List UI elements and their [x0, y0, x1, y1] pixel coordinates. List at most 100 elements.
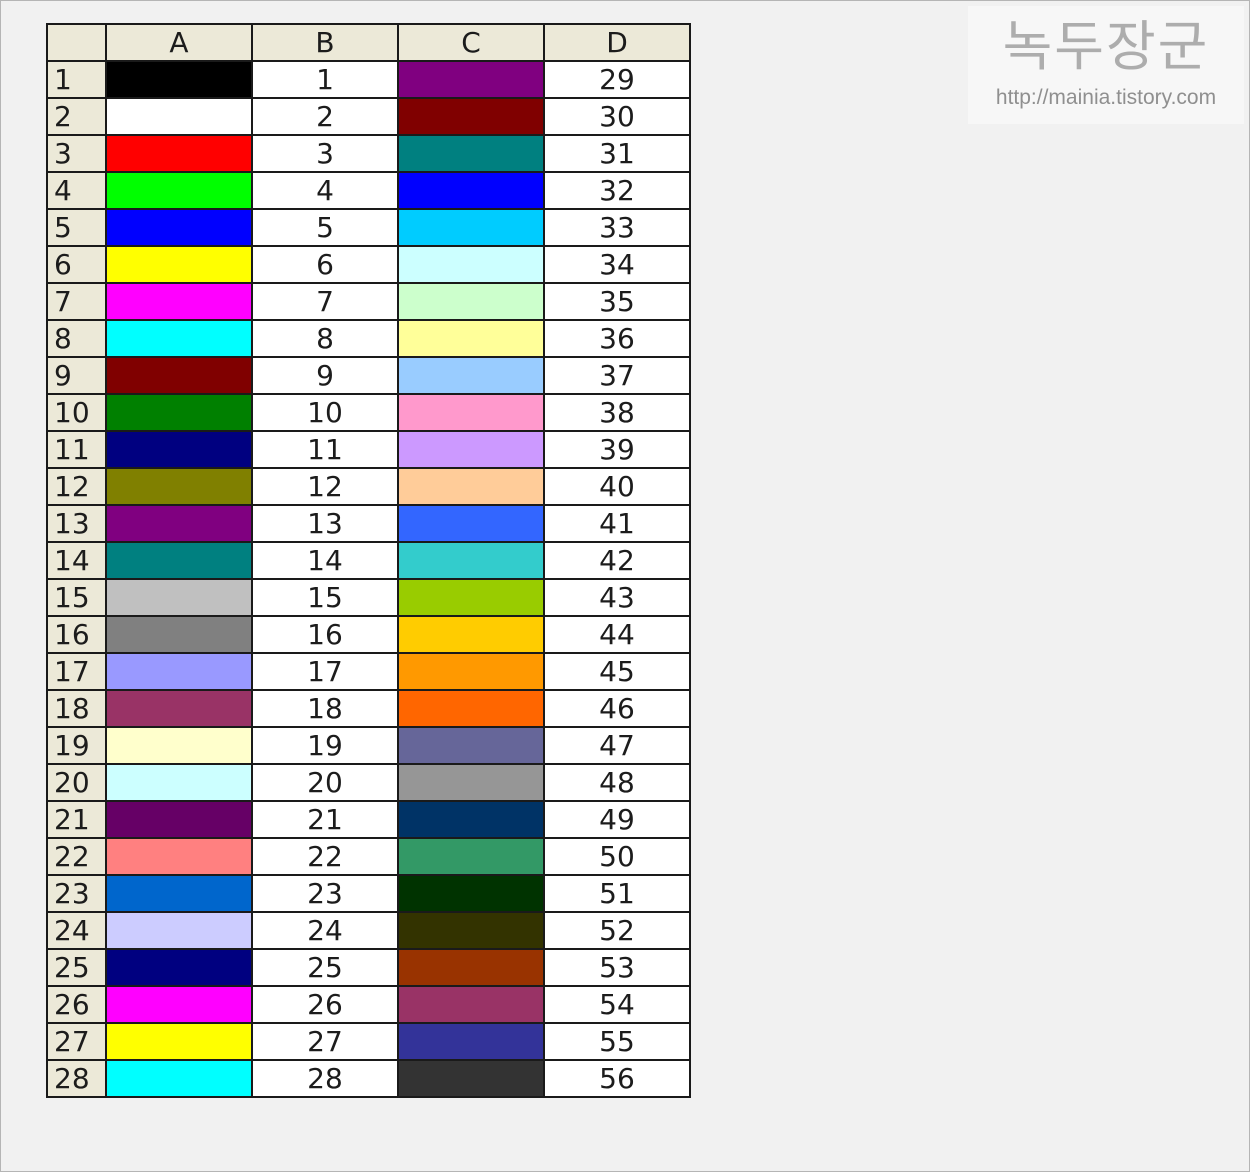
cell-d-index[interactable]: 53 — [543, 948, 691, 987]
cell-d-index[interactable]: 44 — [543, 615, 691, 654]
cell-c-color-swatch[interactable] — [397, 97, 545, 136]
cell-d-index[interactable]: 55 — [543, 1022, 691, 1061]
cell-c-color-swatch[interactable] — [397, 393, 545, 432]
cell-b-index[interactable]: 2 — [251, 97, 399, 136]
cell-b-index[interactable]: 4 — [251, 171, 399, 210]
row-header[interactable]: 21 — [46, 800, 107, 839]
cell-b-index[interactable]: 15 — [251, 578, 399, 617]
cell-c-color-swatch[interactable] — [397, 467, 545, 506]
cell-a-color-swatch[interactable] — [105, 60, 253, 99]
row-header[interactable]: 8 — [46, 319, 107, 358]
cell-c-color-swatch[interactable] — [397, 985, 545, 1024]
cell-b-index[interactable]: 13 — [251, 504, 399, 543]
cell-c-color-swatch[interactable] — [397, 837, 545, 876]
cell-c-color-swatch[interactable] — [397, 911, 545, 950]
cell-b-index[interactable]: 8 — [251, 319, 399, 358]
cell-c-color-swatch[interactable] — [397, 245, 545, 284]
cell-b-index[interactable]: 12 — [251, 467, 399, 506]
cell-a-color-swatch[interactable] — [105, 800, 253, 839]
cell-a-color-swatch[interactable] — [105, 467, 253, 506]
cell-a-color-swatch[interactable] — [105, 948, 253, 987]
cell-c-color-swatch[interactable] — [397, 319, 545, 358]
row-header[interactable]: 18 — [46, 689, 107, 728]
cell-c-color-swatch[interactable] — [397, 874, 545, 913]
cell-d-index[interactable]: 39 — [543, 430, 691, 469]
cell-b-index[interactable]: 27 — [251, 1022, 399, 1061]
row-header[interactable]: 17 — [46, 652, 107, 691]
cell-b-index[interactable]: 17 — [251, 652, 399, 691]
cell-d-index[interactable]: 45 — [543, 652, 691, 691]
row-header[interactable]: 19 — [46, 726, 107, 765]
cell-a-color-swatch[interactable] — [105, 171, 253, 210]
cell-b-index[interactable]: 6 — [251, 245, 399, 284]
cell-d-index[interactable]: 31 — [543, 134, 691, 173]
cell-b-index[interactable]: 19 — [251, 726, 399, 765]
row-header[interactable]: 3 — [46, 134, 107, 173]
row-header[interactable]: 24 — [46, 911, 107, 950]
column-header-b[interactable]: B — [251, 23, 399, 62]
cell-a-color-swatch[interactable] — [105, 282, 253, 321]
row-header[interactable]: 12 — [46, 467, 107, 506]
cell-c-color-swatch[interactable] — [397, 1022, 545, 1061]
row-header[interactable]: 2 — [46, 97, 107, 136]
cell-a-color-swatch[interactable] — [105, 615, 253, 654]
cell-a-color-swatch[interactable] — [105, 97, 253, 136]
row-header[interactable]: 10 — [46, 393, 107, 432]
row-header[interactable]: 26 — [46, 985, 107, 1024]
cell-b-index[interactable]: 1 — [251, 60, 399, 99]
row-header[interactable]: 28 — [46, 1059, 107, 1098]
cell-a-color-swatch[interactable] — [105, 689, 253, 728]
cell-c-color-swatch[interactable] — [397, 948, 545, 987]
cell-d-index[interactable]: 43 — [543, 578, 691, 617]
cell-c-color-swatch[interactable] — [397, 689, 545, 728]
cell-d-index[interactable]: 41 — [543, 504, 691, 543]
cell-b-index[interactable]: 5 — [251, 208, 399, 247]
cell-a-color-swatch[interactable] — [105, 245, 253, 284]
cell-c-color-swatch[interactable] — [397, 615, 545, 654]
cell-a-color-swatch[interactable] — [105, 726, 253, 765]
cell-b-index[interactable]: 10 — [251, 393, 399, 432]
cell-c-color-swatch[interactable] — [397, 504, 545, 543]
cell-b-index[interactable]: 18 — [251, 689, 399, 728]
cell-d-index[interactable]: 56 — [543, 1059, 691, 1098]
cell-d-index[interactable]: 42 — [543, 541, 691, 580]
cell-a-color-swatch[interactable] — [105, 430, 253, 469]
cell-c-color-swatch[interactable] — [397, 541, 545, 580]
cell-a-color-swatch[interactable] — [105, 541, 253, 580]
cell-d-index[interactable]: 29 — [543, 60, 691, 99]
cell-d-index[interactable]: 46 — [543, 689, 691, 728]
row-header[interactable]: 25 — [46, 948, 107, 987]
cell-c-color-swatch[interactable] — [397, 356, 545, 395]
cell-c-color-swatch[interactable] — [397, 60, 545, 99]
row-header[interactable]: 20 — [46, 763, 107, 802]
cell-d-index[interactable]: 50 — [543, 837, 691, 876]
cell-a-color-swatch[interactable] — [105, 208, 253, 247]
row-header[interactable]: 5 — [46, 208, 107, 247]
row-header[interactable]: 1 — [46, 60, 107, 99]
row-header[interactable]: 11 — [46, 430, 107, 469]
row-header[interactable]: 14 — [46, 541, 107, 580]
cell-d-index[interactable]: 48 — [543, 763, 691, 802]
cell-c-color-swatch[interactable] — [397, 652, 545, 691]
cell-b-index[interactable]: 3 — [251, 134, 399, 173]
cell-a-color-swatch[interactable] — [105, 985, 253, 1024]
cell-c-color-swatch[interactable] — [397, 282, 545, 321]
cell-d-index[interactable]: 32 — [543, 171, 691, 210]
cell-d-index[interactable]: 51 — [543, 874, 691, 913]
cell-a-color-swatch[interactable] — [105, 578, 253, 617]
cell-d-index[interactable]: 52 — [543, 911, 691, 950]
row-header[interactable]: 15 — [46, 578, 107, 617]
cell-b-index[interactable]: 26 — [251, 985, 399, 1024]
cell-c-color-swatch[interactable] — [397, 134, 545, 173]
row-header[interactable]: 23 — [46, 874, 107, 913]
row-header[interactable]: 22 — [46, 837, 107, 876]
cell-b-index[interactable]: 9 — [251, 356, 399, 395]
cell-c-color-swatch[interactable] — [397, 800, 545, 839]
cell-d-index[interactable]: 37 — [543, 356, 691, 395]
row-header[interactable]: 27 — [46, 1022, 107, 1061]
select-all-corner[interactable] — [46, 23, 107, 62]
cell-d-index[interactable]: 34 — [543, 245, 691, 284]
cell-a-color-swatch[interactable] — [105, 356, 253, 395]
cell-a-color-swatch[interactable] — [105, 763, 253, 802]
cell-b-index[interactable]: 28 — [251, 1059, 399, 1098]
